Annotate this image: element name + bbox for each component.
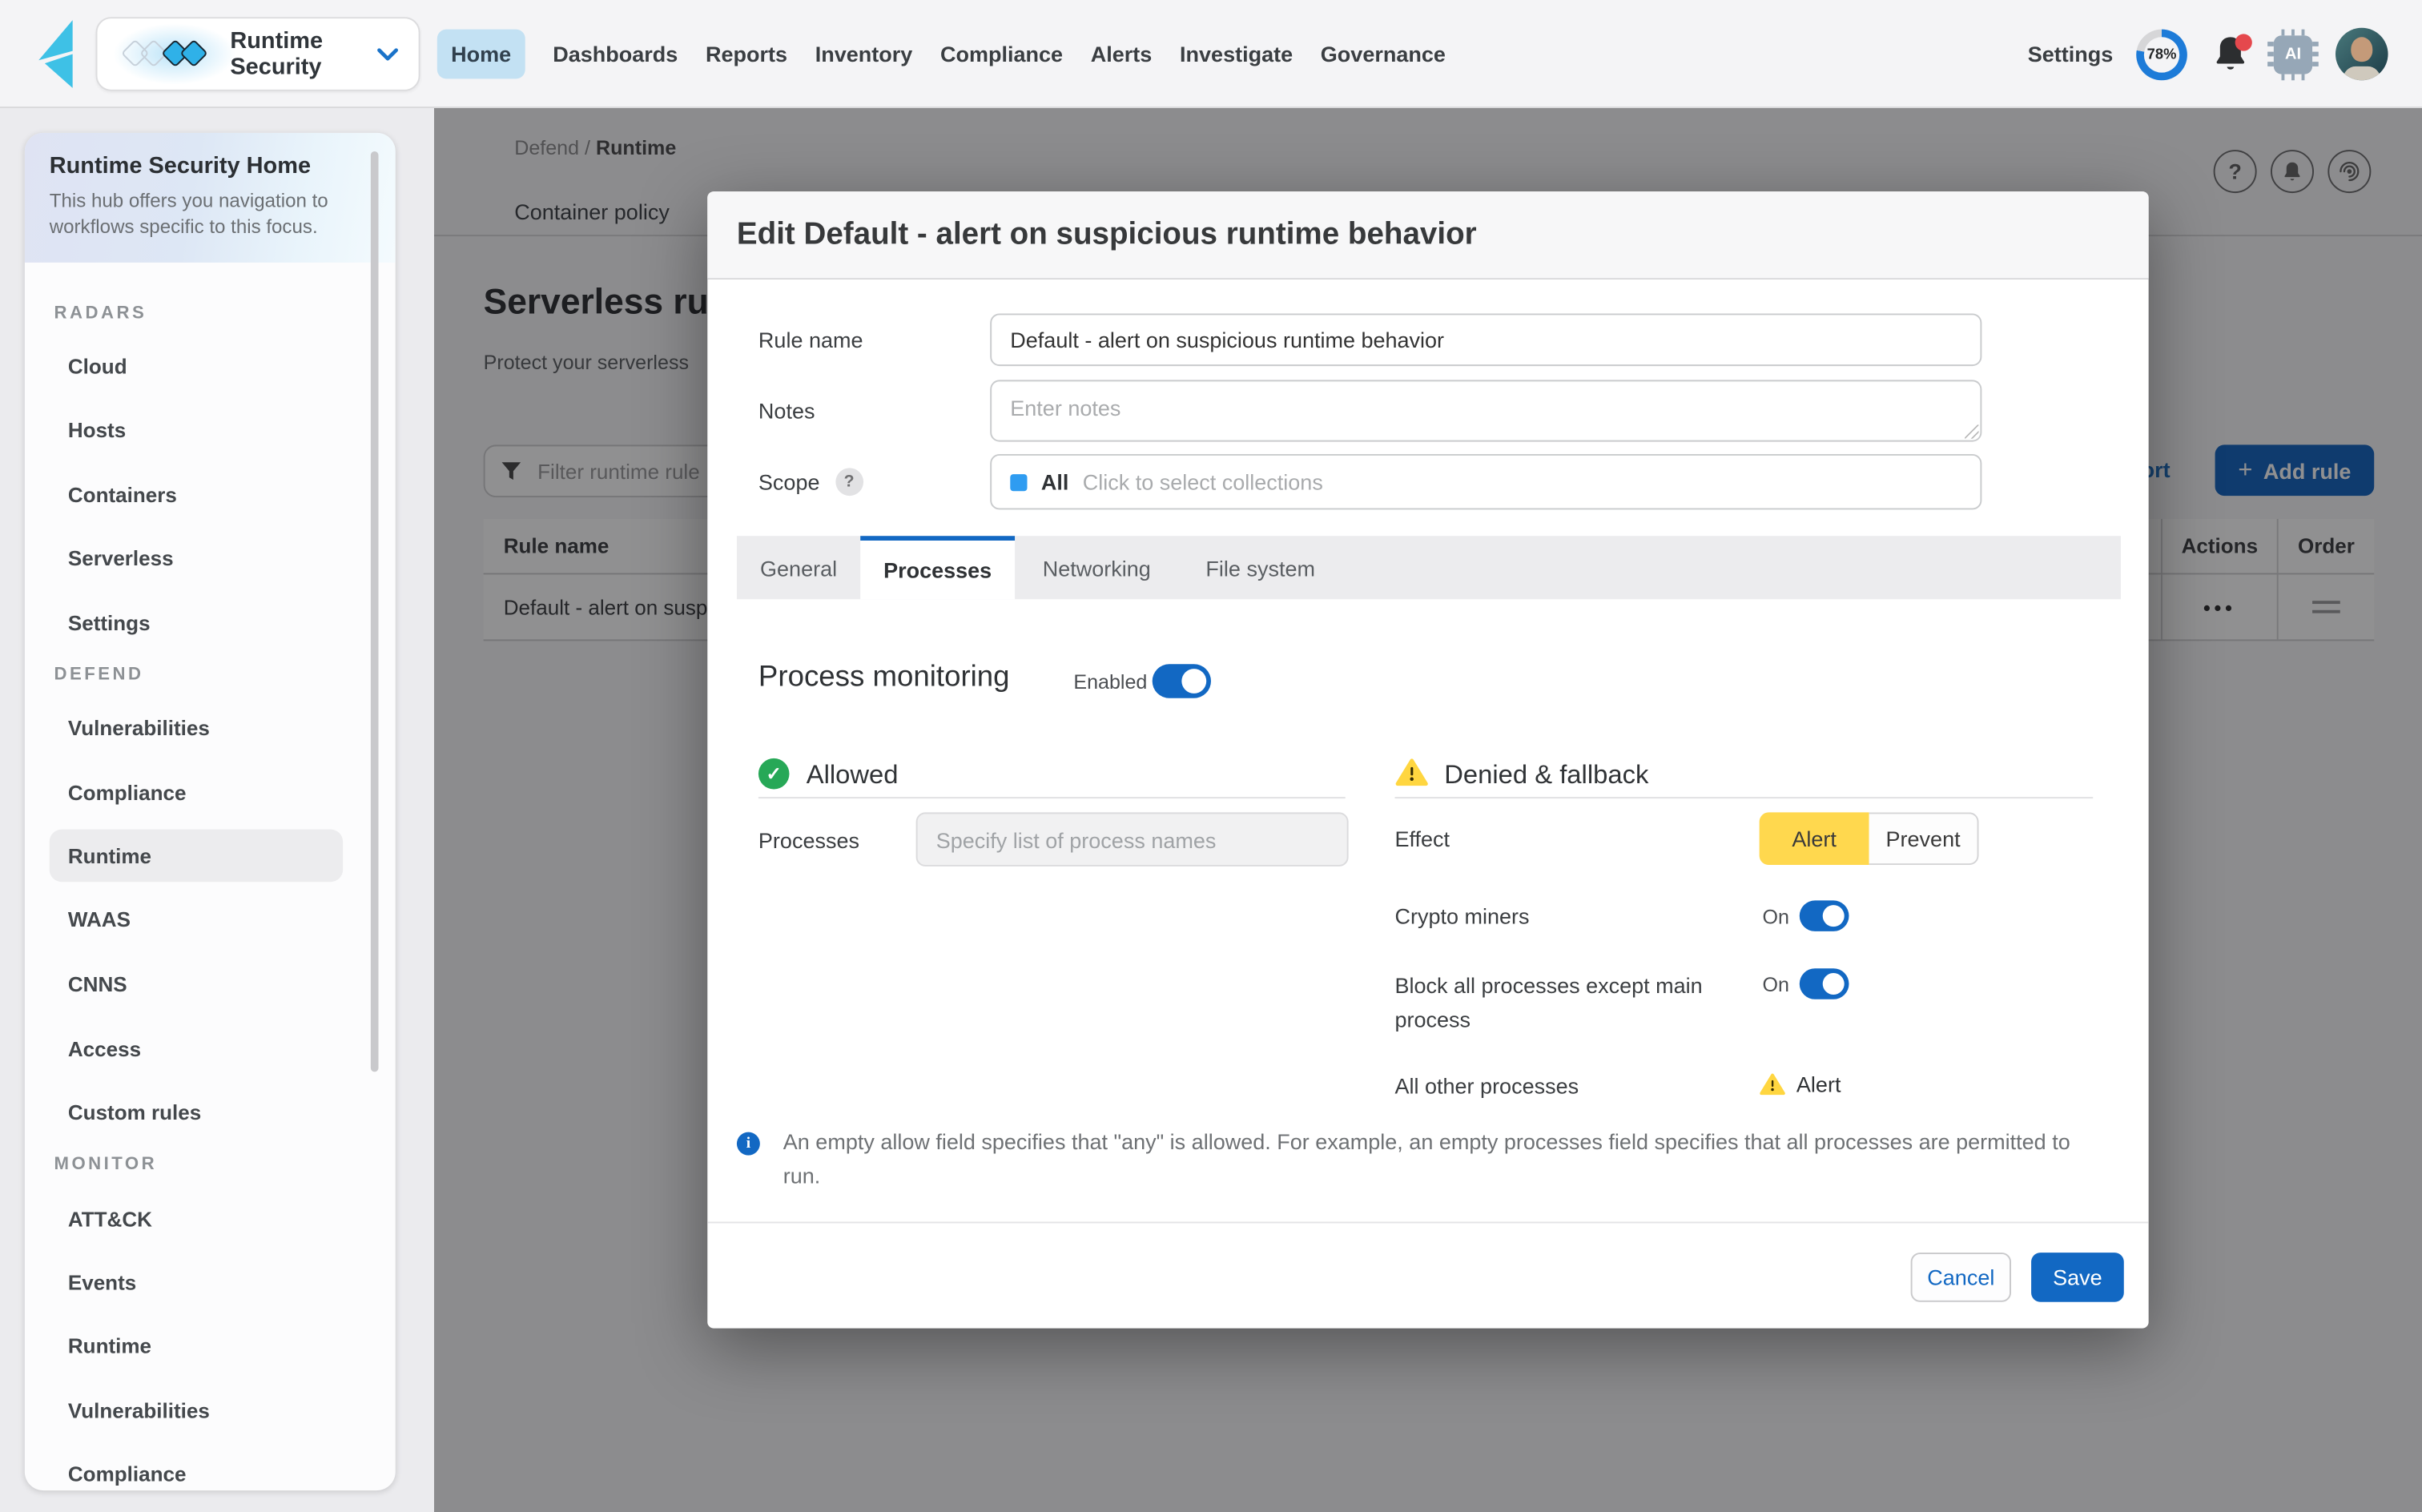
nav-item-inventory[interactable]: Inventory (815, 42, 913, 66)
sidebar-item-events[interactable]: Events (50, 1256, 343, 1309)
sidebar-item-vulnerabilities[interactable]: Vulnerabilities (50, 702, 343, 754)
rule-name-label: Rule name (758, 313, 863, 366)
allowed-check-icon (758, 758, 790, 790)
block-all-processes-toggle[interactable] (1800, 968, 1849, 999)
save-button[interactable]: Save (2031, 1253, 2124, 1302)
notification-badge (2235, 33, 2252, 50)
modal-title: Edit Default - alert on suspicious runti… (707, 191, 2148, 279)
chevron-down-icon (377, 48, 399, 62)
nav-item-dashboards[interactable]: Dashboards (553, 42, 678, 66)
footer-divider (707, 1221, 2148, 1223)
sidebar-item-custom-rules[interactable]: Custom rules (50, 1086, 343, 1139)
sidebar-item-waas[interactable]: WAAS (50, 893, 343, 946)
scope-select[interactable]: All Click to select collections (990, 454, 1981, 509)
denied-heading: Denied & fallback (1444, 760, 1648, 791)
sidebar-title: Runtime Security Home (50, 153, 371, 179)
notes-textarea[interactable] (990, 380, 1981, 441)
top-nav: Runtime Security Home Dashboards Reports… (0, 0, 2422, 108)
sidebar-item-compliance[interactable]: Compliance (50, 766, 343, 819)
allowed-divider (758, 797, 1346, 798)
sidebar-column: Runtime Security Home This hub offers yo… (0, 108, 434, 1512)
nav-item-governance[interactable]: Governance (1321, 42, 1446, 66)
sidebar-item-cnns[interactable]: CNNS (50, 958, 343, 1011)
block-all-processes-state: On (1762, 973, 1788, 996)
nav-item-home[interactable]: Home (437, 30, 525, 79)
scope-placeholder: Click to select collections (1083, 469, 1323, 494)
modal-note: An empty allow field specifies that "any… (783, 1126, 2090, 1192)
process-monitoring-toggle[interactable] (1153, 664, 1211, 698)
sidebar-item-vulnerabilities-monitor[interactable]: Vulnerabilities (50, 1384, 343, 1437)
effect-option-alert[interactable]: Alert (1760, 812, 1869, 865)
info-icon (737, 1132, 760, 1156)
warning-triangle-icon (1394, 757, 1428, 788)
sidebar-item-containers[interactable]: Containers (50, 468, 343, 521)
sidebar-item-hosts[interactable]: Hosts (50, 403, 343, 456)
allowed-processes-input[interactable] (916, 812, 1349, 867)
block-all-processes-label: Block all processes except main process (1394, 968, 1750, 1036)
tab-file-system[interactable]: File system (1178, 536, 1342, 599)
crypto-miners-toggle[interactable] (1800, 900, 1849, 931)
allowed-processes-label: Processes (758, 812, 859, 867)
settings-link[interactable]: Settings (2028, 42, 2114, 66)
tab-processes-active[interactable]: Processes (860, 536, 1015, 599)
usage-progress-ring[interactable]: 78% (2136, 29, 2187, 80)
sidebar-item-runtime-monitor[interactable]: Runtime (50, 1319, 343, 1372)
tab-general[interactable]: General (737, 536, 860, 599)
sidebar-section-defend: DEFEND (54, 657, 143, 694)
tab-networking[interactable]: Networking (1015, 536, 1178, 599)
scope-label-text: Scope (758, 469, 820, 494)
sidebar-item-compliance-monitor[interactable]: Compliance (50, 1447, 343, 1490)
sidebar-item-cloud[interactable]: Cloud (50, 340, 343, 392)
modal-tabs: General Processes Networking File system (737, 536, 2121, 599)
sidebar-item-runtime-active[interactable]: Runtime (50, 830, 343, 883)
product-switcher[interactable]: Runtime Security (96, 17, 420, 91)
sidebar-item-settings[interactable]: Settings (50, 596, 343, 649)
sidebar-item-serverless[interactable]: Serverless (50, 531, 343, 584)
nav-item-investigate[interactable]: Investigate (1180, 42, 1293, 66)
alert-warning-icon (1760, 1072, 1786, 1096)
sidebar-header: Runtime Security Home This hub offers yo… (25, 133, 396, 263)
all-other-processes-label: All other processes (1394, 1072, 1579, 1100)
sidebar-section-monitor: MONITOR (54, 1146, 157, 1183)
allowed-heading: Allowed (807, 760, 899, 791)
sidebar-item-attack[interactable]: ATT&CK (50, 1192, 343, 1245)
sidebar-description: This hub offers you navigation to workfl… (50, 188, 371, 241)
sidebar-panel: Runtime Security Home This hub offers yo… (25, 133, 396, 1490)
edit-rule-modal: Edit Default - alert on suspicious runti… (707, 191, 2148, 1328)
nav-right-cluster: Settings 78% AI (2028, 0, 2388, 108)
sidebar-item-access[interactable]: Access (50, 1023, 343, 1076)
usage-percent-label: 78% (2147, 46, 2177, 62)
textarea-resize-handle-icon[interactable] (1965, 424, 1978, 438)
scope-all-chip-icon (1010, 473, 1027, 490)
effect-label: Effect (1394, 812, 1450, 865)
ai-assistant-icon[interactable]: AI (2274, 34, 2312, 73)
scope-label: Scope ? (758, 456, 863, 509)
nav-item-reports[interactable]: Reports (706, 42, 787, 66)
sidebar-section-radars: RADARS (54, 295, 147, 332)
crypto-miners-state: On (1762, 905, 1788, 928)
rule-name-input[interactable] (990, 313, 1981, 366)
sidebar-scrollbar[interactable] (371, 151, 379, 1072)
denied-divider (1394, 797, 2093, 798)
cancel-button[interactable]: Cancel (1911, 1253, 2011, 1302)
notifications-bell-icon[interactable] (2211, 33, 2251, 74)
app-window: Runtime Security Home Dashboards Reports… (0, 0, 2422, 1512)
nav-item-alerts[interactable]: Alerts (1091, 42, 1153, 66)
prisma-cloud-logo-icon (37, 20, 74, 88)
user-avatar[interactable] (2336, 28, 2388, 81)
crypto-miners-label: Crypto miners (1394, 902, 1529, 930)
effect-segmented-control: Alert Prevent (1760, 812, 1979, 865)
scope-value: All (1041, 469, 1069, 494)
effect-option-prevent[interactable]: Prevent (1869, 812, 1979, 865)
nav-menu: Home Dashboards Reports Inventory Compli… (437, 0, 1446, 108)
scope-help-icon[interactable]: ? (835, 468, 863, 496)
notes-label: Notes (758, 384, 815, 437)
all-other-processes-value: Alert (1796, 1072, 1841, 1096)
nav-item-compliance[interactable]: Compliance (940, 42, 1063, 66)
enabled-label: Enabled (1073, 670, 1147, 694)
process-monitoring-heading: Process monitoring (758, 661, 1010, 694)
